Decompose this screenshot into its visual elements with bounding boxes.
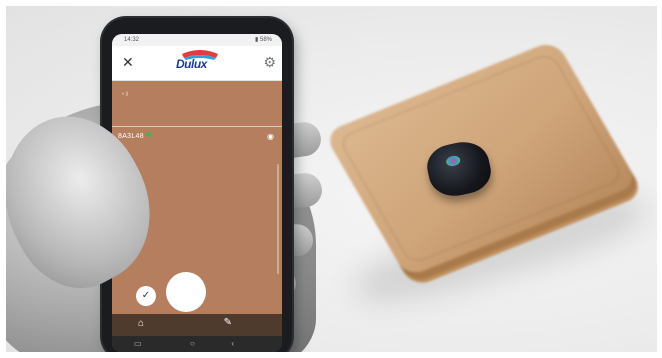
capture-button[interactable] <box>166 272 206 312</box>
color-code-text: 8A3L48 <box>118 133 144 140</box>
close-icon[interactable]: ✕ <box>122 52 134 72</box>
photo-scene: 14:32 ▮ 58% ✕ Dulux ⚙ • ‖ 8A3L48 ◉ ✓ ⌂ ✎… <box>6 6 657 352</box>
home-icon[interactable]: ⌂ <box>138 318 144 329</box>
check-icon[interactable]: ✓ <box>136 286 156 306</box>
system-nav-bar: ▭ ○ ‹ <box>112 336 282 352</box>
scrollbar[interactable] <box>277 164 279 274</box>
brand-name: Dulux <box>176 57 207 71</box>
status-time: 14:32 <box>124 37 140 43</box>
status-icons: ▮ 58% <box>255 37 272 43</box>
match-dot-icon <box>145 132 151 137</box>
nav-home-icon[interactable]: ○ <box>190 336 195 352</box>
brush-icon[interactable]: ✎ <box>224 317 232 328</box>
app-header: ✕ Dulux ⚙ <box>112 46 282 81</box>
back-icon[interactable]: ‹ <box>231 336 234 352</box>
recent-apps-icon[interactable]: ▭ <box>134 336 142 352</box>
bottom-tab-bar: ⌂ ✎ <box>112 314 282 336</box>
color-code: 8A3L48 <box>118 132 151 140</box>
eye-icon[interactable]: ◉ <box>267 132 274 141</box>
dulux-logo: Dulux <box>172 50 228 76</box>
status-bar: 14:32 ▮ 58% <box>112 34 282 46</box>
swatch-indicator: • ‖ <box>122 92 129 98</box>
gear-icon[interactable]: ⚙ <box>263 52 276 72</box>
divider <box>112 126 282 127</box>
